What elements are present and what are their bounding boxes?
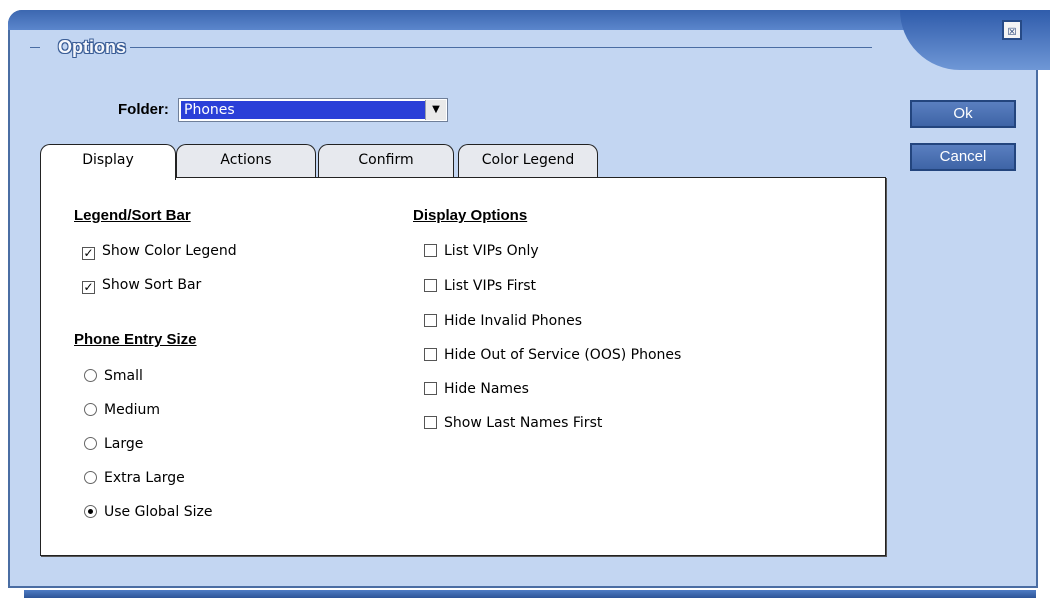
checkmark-icon[interactable]: ✓	[82, 247, 95, 260]
size-use-global-radio[interactable]: Use Global Size	[84, 502, 212, 522]
title-bar	[8, 10, 1048, 30]
chevron-down-icon[interactable]: ▼	[425, 100, 446, 120]
list-vips-first-checkbox[interactable]: List VIPs First	[424, 276, 536, 296]
checkbox-icon[interactable]	[424, 382, 437, 395]
close-icon: ☒	[1007, 21, 1017, 39]
section-title-legend-sort: Legend/Sort Bar	[74, 207, 191, 224]
folder-select[interactable]: Phones ▼	[178, 98, 448, 122]
tab-display[interactable]: Display	[40, 144, 176, 180]
radio-button-icon[interactable]	[84, 403, 97, 416]
group-divider	[30, 47, 872, 48]
checkbox-icon[interactable]	[424, 244, 437, 257]
size-extra-large-radio[interactable]: Extra Large	[84, 468, 185, 488]
tab-confirm[interactable]: Confirm	[318, 144, 454, 178]
close-button[interactable]: ☒	[1002, 20, 1022, 40]
tab-actions[interactable]: Actions	[176, 144, 316, 178]
checkbox-icon[interactable]	[424, 279, 437, 292]
ok-button[interactable]: Ok	[910, 100, 1016, 128]
hide-invalid-phones-checkbox[interactable]: Hide Invalid Phones	[424, 311, 582, 331]
checkmark-icon[interactable]: ✓	[82, 281, 95, 294]
show-last-names-first-checkbox[interactable]: Show Last Names First	[424, 413, 602, 433]
radio-button-icon[interactable]	[84, 369, 97, 382]
checkbox-icon[interactable]	[424, 348, 437, 361]
show-sort-bar-checkbox[interactable]: ✓ Show Sort Bar	[82, 275, 201, 295]
hide-names-checkbox[interactable]: Hide Names	[424, 379, 529, 399]
section-title-phone-entry-size: Phone Entry Size	[74, 331, 197, 348]
folder-selected-value[interactable]: Phones	[181, 101, 425, 119]
checkbox-icon[interactable]	[424, 416, 437, 429]
hide-oos-phones-checkbox[interactable]: Hide Out of Service (OOS) Phones	[424, 345, 681, 365]
radio-button-selected-icon[interactable]	[84, 505, 97, 518]
cancel-button[interactable]: Cancel	[910, 143, 1016, 171]
show-color-legend-checkbox[interactable]: ✓ Show Color Legend	[82, 241, 237, 261]
bottom-bar	[24, 590, 1036, 598]
list-vips-only-checkbox[interactable]: List VIPs Only	[424, 241, 539, 261]
display-tab-panel	[40, 177, 886, 556]
size-large-radio[interactable]: Large	[84, 434, 143, 454]
checkbox-icon[interactable]	[424, 314, 437, 327]
size-small-radio[interactable]: Small	[84, 366, 143, 386]
size-medium-radio[interactable]: Medium	[84, 400, 160, 420]
radio-button-icon[interactable]	[84, 471, 97, 484]
radio-button-icon[interactable]	[84, 437, 97, 450]
options-dialog: ☒ Options Folder: Phones ▼ Ok Cancel Dis…	[0, 0, 1055, 600]
folder-label: Folder:	[118, 101, 169, 118]
section-title-display-options: Display Options	[413, 207, 528, 224]
dialog-title: Options	[40, 37, 130, 58]
tab-color-legend[interactable]: Color Legend	[458, 144, 598, 178]
